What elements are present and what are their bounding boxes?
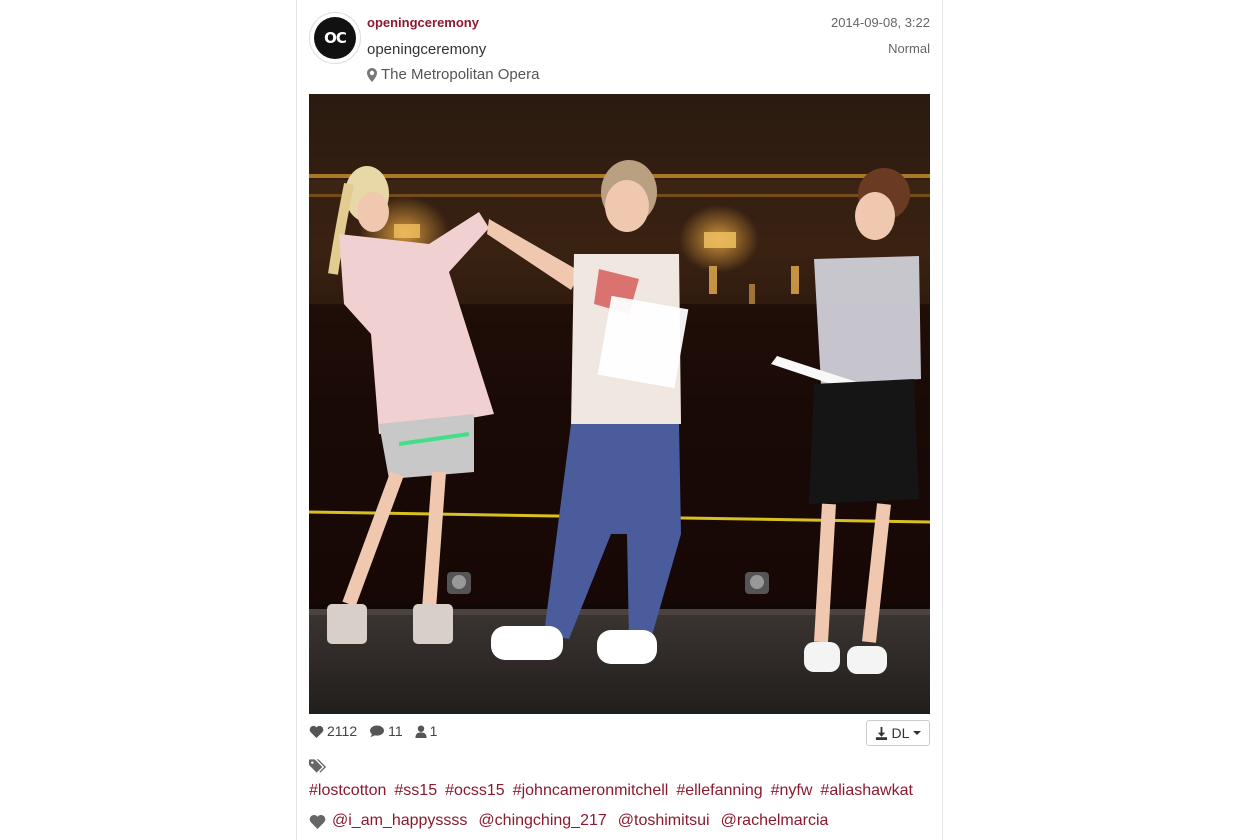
post-photo[interactable] (309, 94, 930, 714)
hashtag-link[interactable]: #ellefanning (676, 782, 762, 799)
user-icon (415, 724, 427, 738)
user-mentions: @i_am_happyssss @chingching_217 @toshimi… (309, 809, 839, 833)
hashtag-link[interactable]: #ss15 (394, 782, 437, 799)
hashtag-link[interactable]: #johncameronmitchell (513, 782, 669, 799)
post-card: OC openingceremony openingceremony The M… (296, 0, 943, 840)
download-button[interactable]: DL (866, 720, 930, 746)
hashtag-link[interactable]: #nyfw (771, 782, 813, 799)
post-timestamp: 2014-09-08, 3:22 (830, 15, 930, 30)
download-label: DL (891, 725, 910, 741)
hashtag-link[interactable]: #ocss15 (445, 782, 505, 799)
avatar-text: OC (324, 29, 347, 47)
filter-name: Normal (888, 41, 930, 56)
location[interactable]: The Metropolitan Opera (367, 66, 539, 83)
download-icon (875, 726, 887, 740)
stage-photo-illustration (309, 94, 930, 714)
username-link[interactable]: openingceremony (367, 15, 479, 30)
full-name: openingceremony (367, 41, 487, 58)
users-stat: 1 (415, 723, 438, 739)
hashtags: #lostcotton #ss15 #ocss15 #johncameronmitch… (309, 755, 919, 803)
comments-count: 11 (388, 723, 403, 739)
map-marker-icon (367, 67, 377, 82)
mention-link[interactable]: @i_am_happyssss (332, 809, 467, 833)
post-stats: 2112 11 1 (309, 723, 437, 739)
hashtag-link[interactable]: #lostcotton (309, 782, 386, 799)
location-label: The Metropolitan Opera (381, 66, 540, 83)
tags-icon (309, 759, 327, 773)
caret-down-icon (913, 731, 922, 735)
hashtag-link[interactable]: #aliashawkat (820, 782, 913, 799)
likes-stat: 2112 (309, 723, 357, 739)
mention-link[interactable]: @chingching_217 (478, 809, 606, 833)
comment-icon (370, 724, 385, 737)
likes-count: 2112 (327, 723, 358, 739)
mention-link[interactable]: @rachelmarcia (721, 809, 829, 833)
avatar[interactable]: OC (309, 12, 361, 64)
comments-stat: 11 (369, 723, 403, 739)
avatar-logo: OC (314, 17, 356, 59)
heart-icon (309, 725, 324, 738)
heart-icon (309, 814, 326, 829)
mention-link[interactable]: @toshimitsui (618, 809, 710, 833)
users-count: 1 (429, 723, 438, 739)
